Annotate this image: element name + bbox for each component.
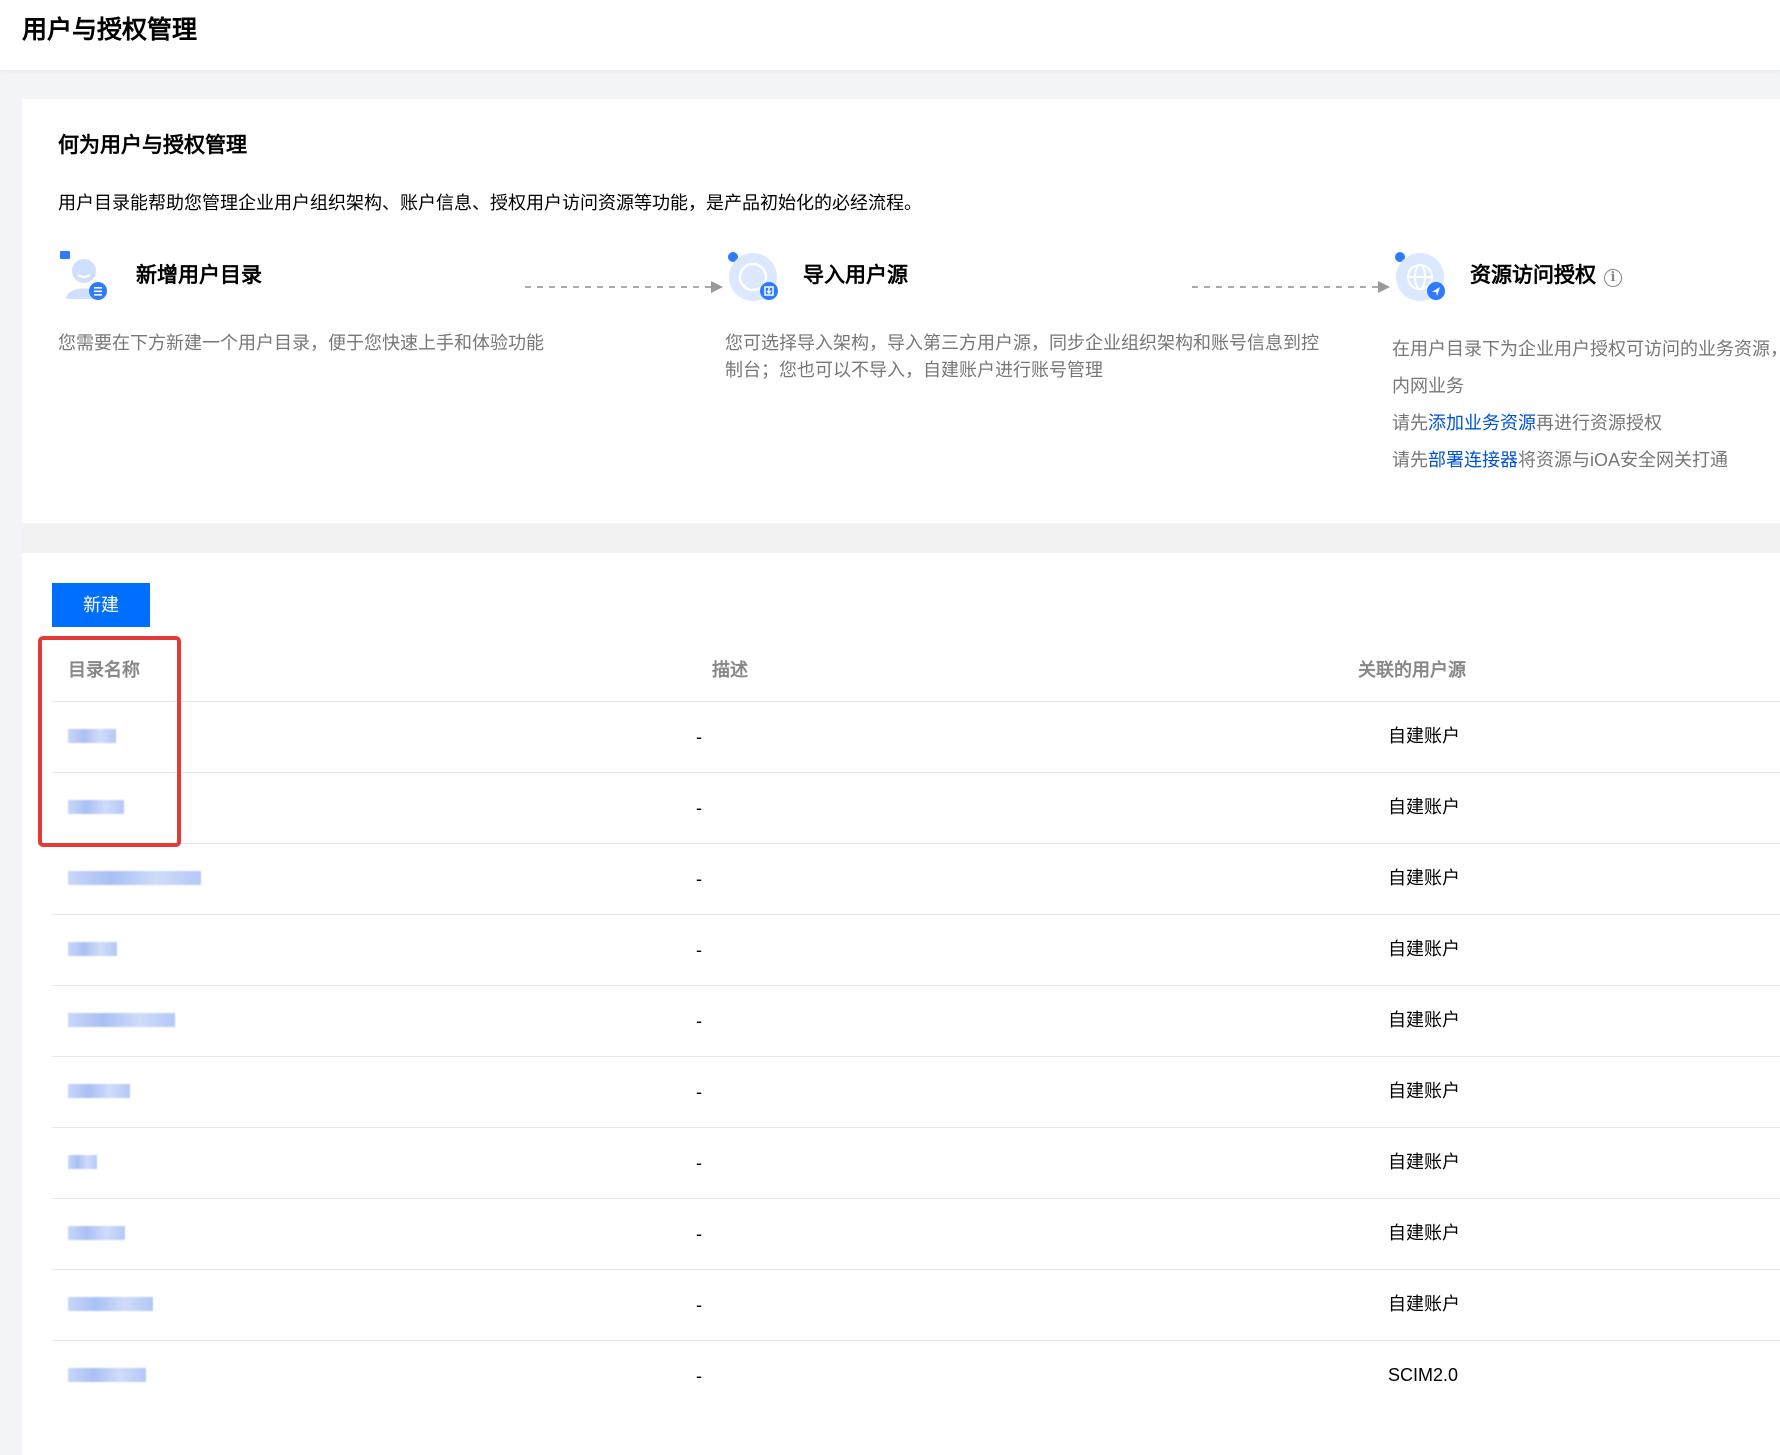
hint-suffix: 再进行资源授权 (1536, 413, 1662, 433)
hint-suffix: 将资源与iOA安全网关打通 (1518, 450, 1729, 470)
row-user-source: 自建账户 (1388, 1010, 1460, 1030)
row-user-source: 自建账户 (1388, 1294, 1460, 1314)
step-text: 您需要在下方新建一个用户目录，便于您快速上手和体验功能 (58, 333, 544, 353)
table-row[interactable]: - 自建账户 (52, 1269, 1780, 1340)
row-user-source: 自建账户 (1388, 797, 1460, 817)
globe-access-icon (1392, 249, 1445, 301)
row-description: - (696, 727, 702, 747)
row-description: - (696, 1082, 702, 1102)
top-bar: 用户与授权管理 (0, 0, 1780, 70)
directory-list-panel: 新建 目录名称 描述 关联的用户源 - 自建账户 - 自建账户 - 自建账户 -… (22, 553, 1780, 1455)
row-user-source: 自建账户 (1388, 868, 1460, 888)
table-row[interactable]: - 自建账户 (52, 1127, 1780, 1198)
directory-name-link[interactable] (68, 1226, 125, 1240)
directory-name-link[interactable] (68, 1155, 97, 1169)
step-title: 资源访问授权 i (1470, 261, 1622, 291)
table-row[interactable]: - 自建账户 (52, 985, 1780, 1056)
directory-name-link[interactable] (68, 1084, 130, 1098)
hint-prefix: 请先 (1392, 450, 1428, 470)
dashed-arrow-icon (1192, 281, 1390, 293)
row-description: - (696, 1366, 702, 1386)
step-title: 导入用户源 (803, 264, 908, 287)
column-header-user-source: 关联的用户源 (1358, 660, 1466, 680)
row-description: - (696, 1295, 702, 1315)
table-row[interactable]: - SCIM2.0 (52, 1340, 1780, 1411)
table-row[interactable]: - 自建账户 (52, 1198, 1780, 1269)
deploy-connector-link[interactable]: 部署连接器 (1428, 450, 1518, 470)
row-description: - (696, 1153, 702, 1173)
table-row[interactable]: - 自建账户 (52, 914, 1780, 985)
import-source-icon (725, 249, 778, 301)
table-row[interactable]: - 自建账户 (52, 772, 1780, 843)
step-title-text: 资源访问授权 (1470, 264, 1596, 287)
new-directory-button[interactable]: 新建 (52, 583, 150, 627)
table-row[interactable]: - 自建账户 (52, 701, 1780, 772)
section-divider (22, 523, 1780, 553)
directory-name-link[interactable] (68, 1297, 153, 1311)
hint-prefix: 请先 (1392, 413, 1428, 433)
row-description: - (696, 1224, 702, 1244)
row-user-source: 自建账户 (1388, 939, 1460, 959)
step-text: 您可选择导入架构，导入第三方用户源，同步企业组织架构和账号信息到控制台；您也可以… (725, 333, 1319, 380)
directory-name-link[interactable] (68, 871, 201, 885)
row-user-source: 自建账户 (1388, 726, 1460, 746)
page-title: 用户与授权管理 (22, 16, 198, 44)
step-title: 新增用户目录 (136, 264, 262, 287)
step-text-line: 在用户目录下为企业用户授权可访问的业务资源， (1392, 339, 1780, 359)
intro-description: 用户目录能帮助您管理企业用户组织架构、账户信息、授权用户访问资源等功能，是产品初… (58, 193, 922, 213)
row-user-source: 自建账户 (1388, 1223, 1460, 1243)
row-description: - (696, 798, 702, 818)
table-row[interactable]: - 自建账户 (52, 1056, 1780, 1127)
row-description: - (696, 1011, 702, 1031)
directory-name-link[interactable] (68, 1368, 146, 1382)
step-text-line: 内网业务 (1392, 376, 1464, 396)
directory-name-link[interactable] (68, 1013, 175, 1027)
row-description: - (696, 940, 702, 960)
row-user-source: 自建账户 (1388, 1081, 1460, 1101)
add-business-resource-link[interactable]: 添加业务资源 (1428, 413, 1536, 433)
row-user-source: 自建账户 (1388, 1152, 1460, 1172)
intro-card: 何为用户与授权管理 用户目录能帮助您管理企业用户组织架构、账户信息、授权用户访问… (22, 99, 1780, 523)
user-directory-icon (58, 249, 110, 301)
column-header-description: 描述 (712, 660, 748, 680)
row-description: - (696, 869, 702, 889)
deploy-connector-hint: 请先部署连接器将资源与iOA安全网关打通 (1392, 442, 1728, 479)
row-user-source: SCIM2.0 (1388, 1365, 1459, 1385)
info-icon[interactable]: i (1604, 269, 1622, 287)
highlight-box (38, 636, 181, 847)
intro-heading: 何为用户与授权管理 (58, 134, 247, 157)
dashed-arrow-icon (525, 281, 723, 293)
table-row[interactable]: - 自建账户 (52, 843, 1780, 914)
add-resource-hint: 请先添加业务资源再进行资源授权 (1392, 405, 1662, 442)
directory-name-link[interactable] (68, 942, 117, 956)
